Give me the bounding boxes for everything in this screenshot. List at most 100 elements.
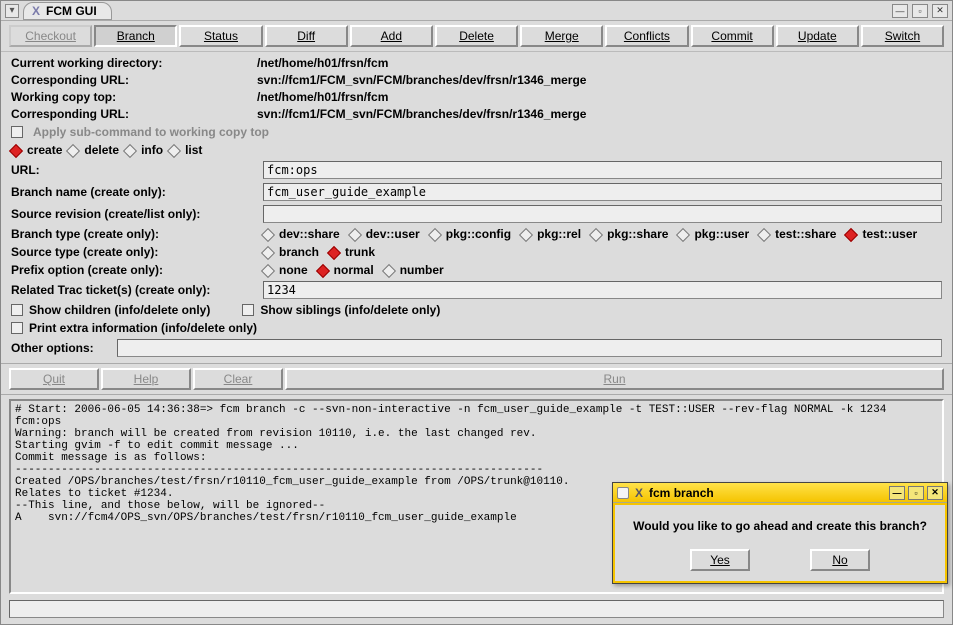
run-button[interactable]: Run [285,368,944,390]
diamond-icon [844,228,858,242]
src-rev-input[interactable] [263,205,942,223]
diamond-icon [382,264,396,278]
url-input[interactable] [263,161,942,179]
window-menu-button[interactable]: ▾ [5,4,19,18]
corr-url2-label: Corresponding URL: [11,107,257,121]
tab-switch[interactable]: Switch [861,25,944,47]
apply-subcommand-row: Apply sub-command to working copy top [1,123,952,141]
bt-test-user[interactable]: test::user [846,227,917,241]
clear-button[interactable]: Clear [193,368,283,390]
tab-update[interactable]: Update [776,25,859,47]
diamond-icon [676,228,690,242]
diamond-icon [519,228,533,242]
dialog-maximize-button[interactable]: ▫ [908,486,924,500]
show-siblings-check[interactable]: Show siblings (info/delete only) [242,303,440,317]
close-button[interactable]: ✕ [932,4,948,18]
diamond-icon [261,246,275,260]
diamond-icon [428,228,442,242]
diamond-icon [167,144,181,158]
other-options-label: Other options: [11,341,111,355]
corr-url1-label: Corresponding URL: [11,73,257,87]
bt-pkg-share[interactable]: pkg::share [591,227,668,241]
print-extra-row: Print extra information (info/delete onl… [1,319,952,337]
source-type-label: Source type (create only): [11,245,257,259]
window-title: FCM GUI [46,4,97,18]
tab-checkout[interactable]: Checkout [9,25,92,47]
dialog-no-button[interactable]: No [810,549,870,571]
checkbox-icon [11,322,23,334]
checkbox-icon [242,304,254,316]
tab-conflicts[interactable]: Conflicts [605,25,688,47]
source-type-row: Source type (create only): branch trunk [1,243,952,261]
radio-info[interactable]: info [125,143,163,157]
prefix-row: Prefix option (create only): none normal… [1,261,952,279]
bt-test-share[interactable]: test::share [759,227,836,241]
radio-create[interactable]: create [11,143,62,157]
dialog-yes-button[interactable]: Yes [690,549,750,571]
checkbox-icon [11,304,23,316]
print-extra-check[interactable]: Print extra information (info/delete onl… [11,321,257,335]
action-radio-row: create delete info list [1,141,952,159]
command-bar: Quit Help Clear Run [1,363,952,395]
wct-value: /net/home/h01/frsn/fcm [257,90,942,104]
maximize-button[interactable]: ▫ [912,4,928,18]
source-type-group: branch trunk [263,245,375,259]
tab-merge[interactable]: Merge [520,25,603,47]
main-window: ▾ X FCM GUI — ▫ ✕ Checkout Branch Status… [0,0,953,625]
tab-add[interactable]: Add [350,25,433,47]
apply-subcommand-checkbox[interactable] [11,126,23,138]
pf-number[interactable]: number [384,263,444,277]
show-children-check[interactable]: Show children (info/delete only) [11,303,210,317]
bt-dev-user[interactable]: dev::user [350,227,420,241]
diamond-icon [589,228,603,242]
diamond-icon [316,264,330,278]
url-label: URL: [11,163,257,177]
tab-status[interactable]: Status [179,25,262,47]
diamond-icon [261,228,275,242]
cwd-label: Current working directory: [11,56,257,70]
radio-delete[interactable]: delete [68,143,119,157]
st-branch[interactable]: branch [263,245,319,259]
bt-dev-share[interactable]: dev::share [263,227,340,241]
dialog-close-button[interactable]: ✕ [927,486,943,500]
pf-normal[interactable]: normal [318,263,374,277]
tab-diff[interactable]: Diff [265,25,348,47]
dialog-menu-button[interactable] [617,487,629,499]
radio-list[interactable]: list [169,143,202,157]
app-x-icon: X [32,4,40,18]
quit-button[interactable]: Quit [9,368,99,390]
other-options-row: Other options: [1,337,952,363]
diamond-icon [9,144,23,158]
apply-subcommand-label: Apply sub-command to working copy top [33,125,269,139]
diamond-icon [327,246,341,260]
prefix-group: none normal number [263,263,444,277]
branch-name-label: Branch name (create only): [11,185,257,199]
corr-url1-value: svn://fcm1/FCM_svn/FCM/branches/dev/frsn… [257,73,942,87]
title-tab: X FCM GUI [23,2,112,20]
diamond-icon [348,228,362,242]
tab-delete[interactable]: Delete [435,25,518,47]
src-rev-label: Source revision (create/list only): [11,207,257,221]
diamond-icon [123,144,137,158]
diamond-icon [261,264,275,278]
st-trunk[interactable]: trunk [329,245,375,259]
diamond-icon [66,144,80,158]
bt-pkg-user[interactable]: pkg::user [678,227,749,241]
pf-none[interactable]: none [263,263,308,277]
dialog-minimize-button[interactable]: — [889,486,905,500]
bt-pkg-config[interactable]: pkg::config [430,227,511,241]
other-options-input[interactable] [117,339,942,357]
app-x-icon: X [635,486,643,500]
bottom-input[interactable] [9,600,944,618]
src-rev-row: Source revision (create/list only): [1,203,952,225]
show-row: Show children (info/delete only) Show si… [1,301,952,319]
minimize-button[interactable]: — [892,4,908,18]
bt-pkg-rel[interactable]: pkg::rel [521,227,581,241]
branch-name-input[interactable] [263,183,942,201]
tab-commit[interactable]: Commit [691,25,774,47]
dialog-body: Would you like to go ahead and create th… [613,503,947,583]
ticket-input[interactable] [263,281,942,299]
help-button[interactable]: Help [101,368,191,390]
dialog-titlebar: X fcm branch — ▫ ✕ [613,483,947,503]
tab-branch[interactable]: Branch [94,25,177,47]
